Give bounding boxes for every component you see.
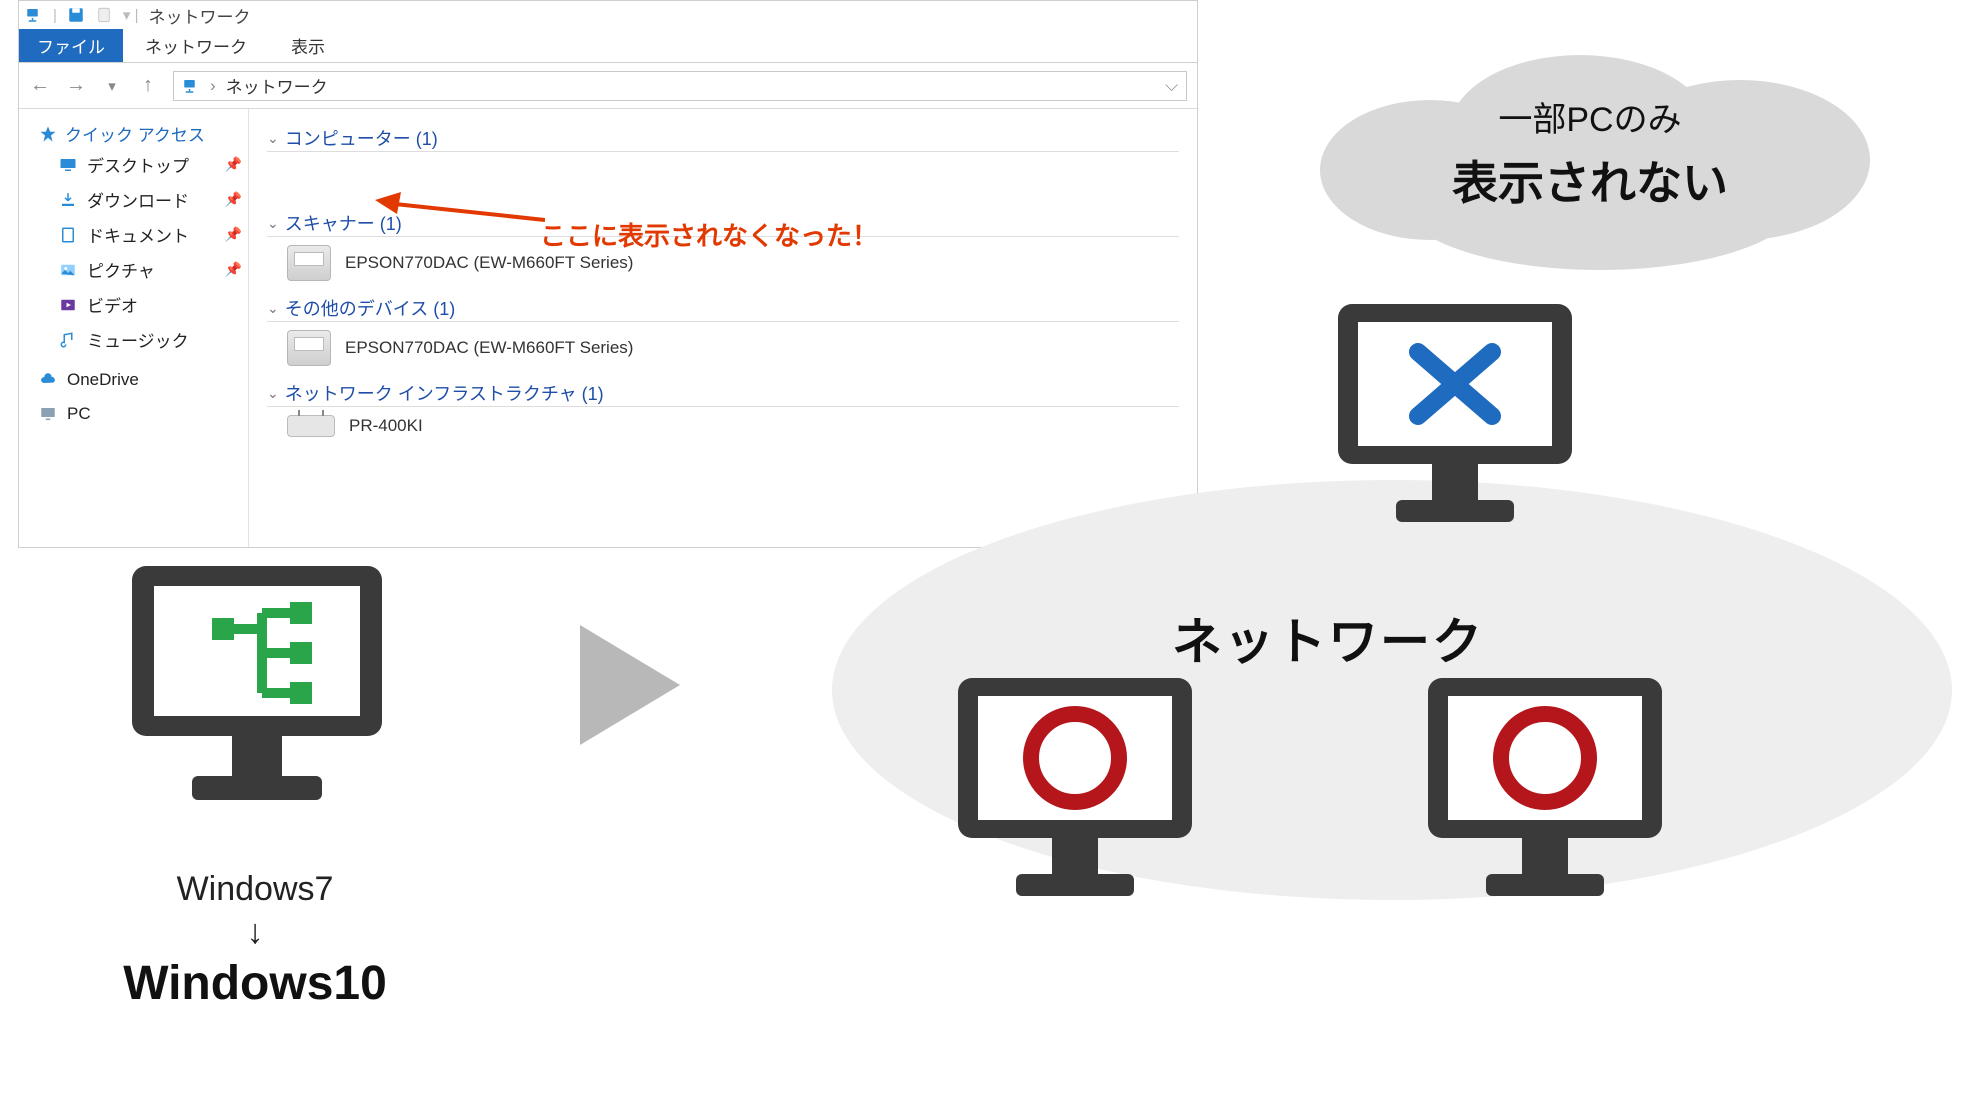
ribbon-tabs: ファイル ネットワーク 表示: [19, 29, 1197, 63]
tab-file-label: ファイル: [37, 33, 105, 58]
sidebar-item-music[interactable]: ミュージック: [59, 327, 242, 352]
network-icon: [182, 77, 200, 95]
sidebar-item-downloads[interactable]: ダウンロード 📌: [59, 187, 242, 212]
up-button[interactable]: ↑: [137, 74, 159, 97]
network-icon: [25, 6, 43, 24]
os-from-label: Windows7: [120, 870, 390, 909]
os-to-label: Windows10: [120, 956, 390, 1011]
callout-text: ここに表示されなくなった！: [540, 216, 878, 253]
nav-bar: ← → ▾ ↑ › ネットワーク ⌵: [19, 63, 1197, 109]
pc-visible-right-icon: [1420, 670, 1670, 930]
chevron-down-icon: ⌄: [267, 130, 279, 147]
printer-icon: [287, 330, 331, 366]
recent-dropdown[interactable]: ▾: [101, 77, 123, 95]
back-button[interactable]: ←: [29, 74, 51, 97]
router-icon: [287, 415, 335, 437]
network-label: ネットワーク: [1172, 602, 1484, 674]
address-bar[interactable]: › ネットワーク ⌵: [173, 71, 1187, 101]
pin-icon: 📌: [225, 261, 242, 278]
download-icon: [59, 191, 77, 209]
quick-access-header[interactable]: クイック アクセス: [39, 121, 242, 146]
onedrive-icon: [39, 371, 57, 389]
group-header-computers[interactable]: ⌄ コンピューター (1): [267, 125, 1179, 152]
breadcrumb-chevron-icon: ›: [210, 76, 216, 96]
title-separator-2: ▾ |: [123, 6, 139, 24]
explorer-window: | ▾ | ネットワーク ファイル ネットワーク 表示 ← → ▾ ↑ › ネッ…: [18, 0, 1198, 548]
chevron-down-icon: ⌄: [267, 300, 279, 317]
sidebar-item-label: デスクトップ: [87, 152, 189, 177]
desktop-icon: [59, 156, 77, 174]
title-separator: |: [53, 7, 57, 24]
scanner-icon: [287, 245, 331, 281]
video-icon: [59, 296, 77, 314]
sidebar-item-label: ダウンロード: [87, 187, 189, 212]
device-item-router[interactable]: PR-400KI: [287, 415, 1179, 437]
chevron-down-icon: ⌄: [267, 385, 279, 402]
cloud-text: 一部PCのみ 表示されない: [1370, 92, 1810, 213]
tab-view-label: 表示: [291, 33, 325, 58]
pin-icon: 📌: [225, 191, 242, 208]
tab-network-label: ネットワーク: [145, 33, 247, 58]
pc-label: PC: [67, 404, 91, 424]
address-location: ネットワーク: [226, 73, 328, 98]
group-header-other-devices[interactable]: ⌄ その他のデバイス (1): [267, 295, 1179, 322]
left-upgraded-pc-icon: [122, 556, 392, 836]
sidebar-item-pc[interactable]: PC: [39, 404, 242, 424]
save-icon: [67, 6, 85, 24]
chevron-down-icon: ⌄: [267, 215, 279, 232]
pc-visible-left-icon: [950, 670, 1200, 930]
group-title: ネットワーク インフラストラクチャ (1): [285, 380, 604, 406]
os-labels: Windows7 ↓ Windows10: [120, 870, 390, 1011]
pin-icon: 📌: [225, 156, 242, 173]
sidebar-item-onedrive[interactable]: OneDrive: [39, 370, 242, 390]
device-item-other[interactable]: EPSON770DAC (EW-M660FT Series): [287, 330, 1179, 366]
big-right-arrow-icon: [570, 610, 690, 760]
cloud-line2: 表示されない: [1370, 147, 1810, 213]
tab-view[interactable]: 表示: [269, 29, 347, 62]
star-icon: [39, 125, 57, 143]
pc-icon: [39, 405, 57, 423]
address-dropdown-icon[interactable]: ⌵: [1165, 76, 1178, 96]
pin-icon: 📌: [225, 226, 242, 243]
content-pane: ⌄ コンピューター (1) ⌄ スキャナー (1) EPSON770DAC (E…: [249, 109, 1197, 547]
sidebar-item-pictures[interactable]: ピクチャ 📌: [59, 257, 242, 282]
sidebar-item-videos[interactable]: ビデオ: [59, 292, 242, 317]
callout-arrow-icon: [375, 192, 545, 232]
document-icon: [59, 226, 77, 244]
device-label: EPSON770DAC (EW-M660FT Series): [345, 253, 633, 273]
pc-not-visible-icon: [1330, 296, 1580, 556]
side-pane: クイック アクセス デスクトップ 📌 ダウンロード 📌 ドキュメント 📌: [19, 109, 249, 547]
sidebar-item-desktop[interactable]: デスクトップ 📌: [59, 152, 242, 177]
tab-network[interactable]: ネットワーク: [123, 29, 269, 62]
device-label: EPSON770DAC (EW-M660FT Series): [345, 338, 633, 358]
device-label: PR-400KI: [349, 416, 423, 436]
sidebar-item-documents[interactable]: ドキュメント 📌: [59, 222, 242, 247]
cloud-line1: 一部PCのみ: [1370, 92, 1810, 141]
group-title: その他のデバイス (1): [285, 295, 455, 321]
onedrive-label: OneDrive: [67, 370, 139, 390]
sidebar-item-label: ビデオ: [87, 292, 138, 317]
pictures-icon: [59, 261, 77, 279]
group-header-network-infra[interactable]: ⌄ ネットワーク インフラストラクチャ (1): [267, 380, 1179, 407]
quick-access-list: デスクトップ 📌 ダウンロード 📌 ドキュメント 📌 ピクチャ 📌: [59, 152, 242, 352]
music-icon: [59, 331, 77, 349]
forward-button[interactable]: →: [65, 74, 87, 97]
tab-file[interactable]: ファイル: [19, 29, 123, 62]
sidebar-item-label: ピクチャ: [87, 257, 155, 282]
sidebar-item-label: ドキュメント: [87, 222, 189, 247]
quick-access-label: クイック アクセス: [65, 121, 205, 146]
explorer-body: クイック アクセス デスクトップ 📌 ダウンロード 📌 ドキュメント 📌: [19, 109, 1197, 547]
page-icon: [95, 6, 113, 24]
group-title: コンピューター (1): [285, 125, 438, 151]
down-arrow-icon: ↓: [120, 913, 390, 952]
sidebar-item-label: ミュージック: [87, 327, 189, 352]
title-bar: | ▾ | ネットワーク: [19, 1, 1197, 29]
window-title: ネットワーク: [149, 3, 251, 28]
